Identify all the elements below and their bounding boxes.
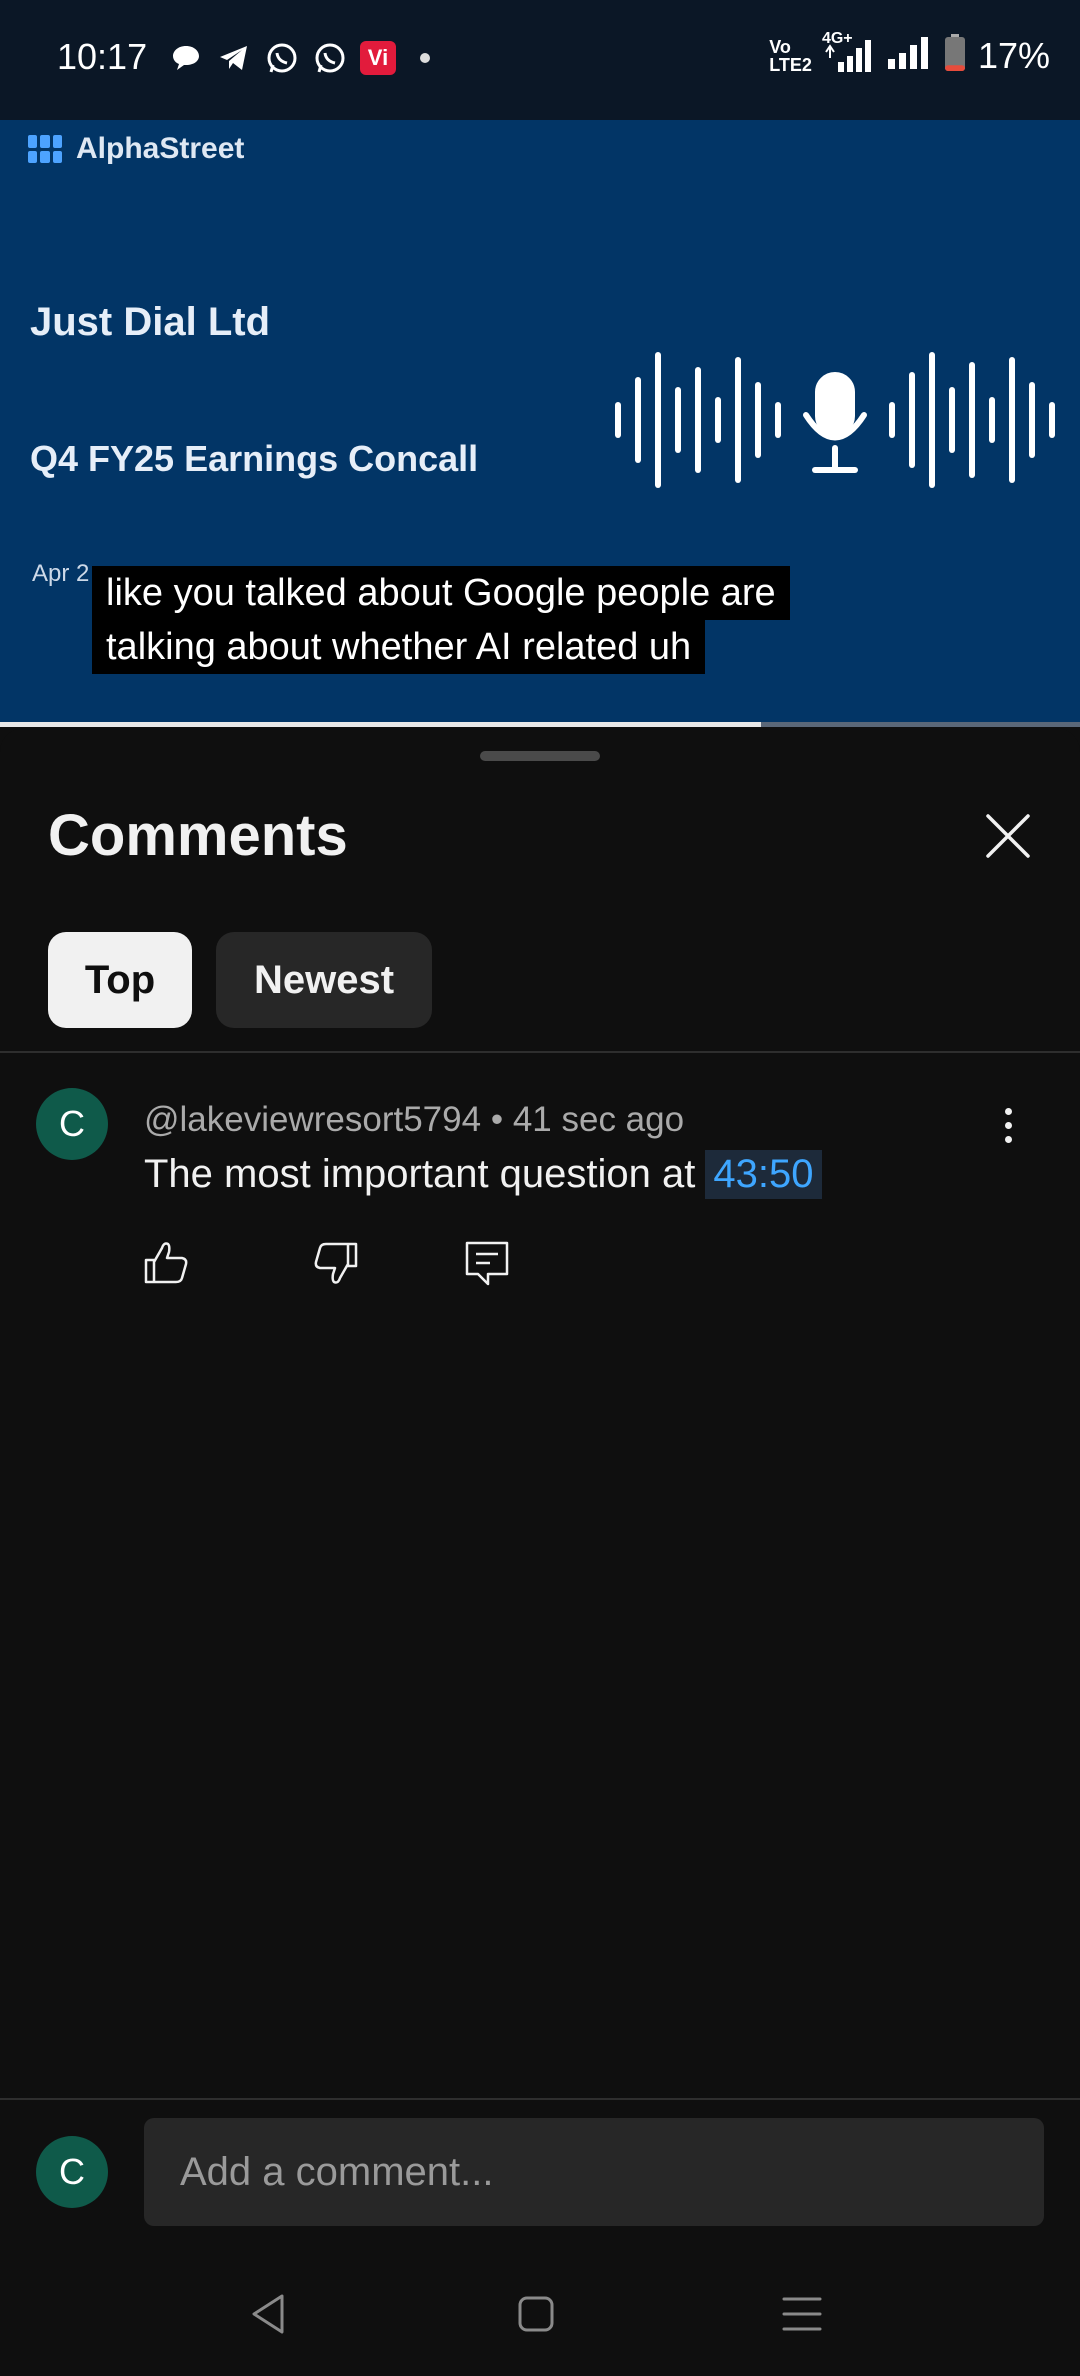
- video-company-title: Just Dial Ltd: [30, 300, 271, 344]
- drag-handle[interactable]: [480, 751, 600, 761]
- signal-4g-icon: 4G+: [822, 30, 874, 74]
- more-notifications-dot: [420, 53, 430, 63]
- comment-text: The most important question at 43:50: [144, 1150, 822, 1199]
- back-triangle-icon: [252, 2294, 284, 2334]
- status-right: Vo LTE2 4G+ 17%: [769, 30, 1050, 77]
- composer-divider: [0, 2098, 1080, 2100]
- notification-icons: Vi: [168, 40, 430, 76]
- battery-icon: [944, 34, 966, 77]
- menu-lines-icon: [782, 2297, 822, 2331]
- filter-divider: [0, 1051, 1080, 1053]
- add-comment-input[interactable]: [144, 2118, 1044, 2226]
- filter-chip-newest[interactable]: Newest: [216, 932, 432, 1028]
- video-progress-bar[interactable]: [0, 722, 1080, 727]
- whatsapp-icon: [312, 40, 348, 76]
- status-time: 10:17: [57, 36, 148, 77]
- signal-icon: [886, 35, 932, 76]
- close-button[interactable]: [978, 806, 1038, 866]
- timestamp-link[interactable]: 43:50: [705, 1150, 822, 1199]
- video-progress-fill: [0, 722, 762, 727]
- brand-name: AlphaStreet: [76, 132, 245, 165]
- avatar: C: [36, 2136, 108, 2208]
- video-player[interactable]: AlphaStreet Just Dial Ltd Q4 FY25 Earnin…: [0, 120, 1080, 725]
- vi-app-icon: Vi: [360, 41, 396, 75]
- video-date: Apr 2: [32, 560, 90, 587]
- home-square-icon: [518, 2296, 554, 2332]
- avatar[interactable]: C: [36, 1088, 108, 1160]
- comment-item: C @lakeviewresort5794 • 41 sec ago The m…: [0, 1088, 1080, 1328]
- comment-body: The most important question at: [144, 1152, 696, 1196]
- caption-line-1: like you talked about Google people are: [92, 566, 790, 620]
- audio-wave-microphone-icon: [615, 352, 1055, 488]
- nav-recents-button[interactable]: [772, 2284, 832, 2344]
- whatsapp-icon: [264, 40, 300, 76]
- caption-line-2: talking about whether AI related uh: [92, 620, 706, 674]
- brand-logo: AlphaStreet: [28, 132, 244, 166]
- filter-chip-top[interactable]: Top: [48, 932, 192, 1028]
- telegram-icon: [216, 40, 252, 76]
- thumbs-up-icon: [144, 1242, 188, 1284]
- brand-mark-icon: [28, 135, 62, 163]
- thumbs-down-icon: [314, 1242, 358, 1284]
- volte-indicator: Vo LTE2: [769, 36, 812, 75]
- chat-bubble-icon: [168, 40, 204, 76]
- more-options-button[interactable]: [990, 1100, 1026, 1150]
- comments-title: Comments: [48, 803, 348, 868]
- battery-percent: 17%: [977, 34, 1050, 76]
- nav-back-button[interactable]: [238, 2284, 298, 2344]
- comment-meta: @lakeviewresort5794 • 41 sec ago: [144, 1100, 684, 1140]
- nav-home-button[interactable]: [506, 2284, 566, 2344]
- like-button[interactable]: [142, 1238, 192, 1288]
- video-caption: like you talked about Google people are …: [92, 566, 790, 674]
- close-icon: [986, 814, 1030, 858]
- comment-time: 41 sec ago: [512, 1100, 685, 1139]
- video-event-title: Q4 FY25 Earnings Concall: [30, 438, 479, 479]
- system-nav-bar: [0, 2258, 1080, 2376]
- comment-author[interactable]: @lakeviewresort5794: [144, 1100, 481, 1139]
- more-vert-icon: [1004, 1107, 1012, 1115]
- meta-separator: •: [490, 1100, 504, 1139]
- status-bar: 10:17 Vi Vo LTE2 4G+ 17%: [0, 0, 1080, 120]
- reply-button[interactable]: [462, 1238, 512, 1288]
- comments-sheet: Comments Top Newest C @lakeviewresort579…: [0, 728, 1080, 2376]
- dislike-button[interactable]: [310, 1238, 360, 1288]
